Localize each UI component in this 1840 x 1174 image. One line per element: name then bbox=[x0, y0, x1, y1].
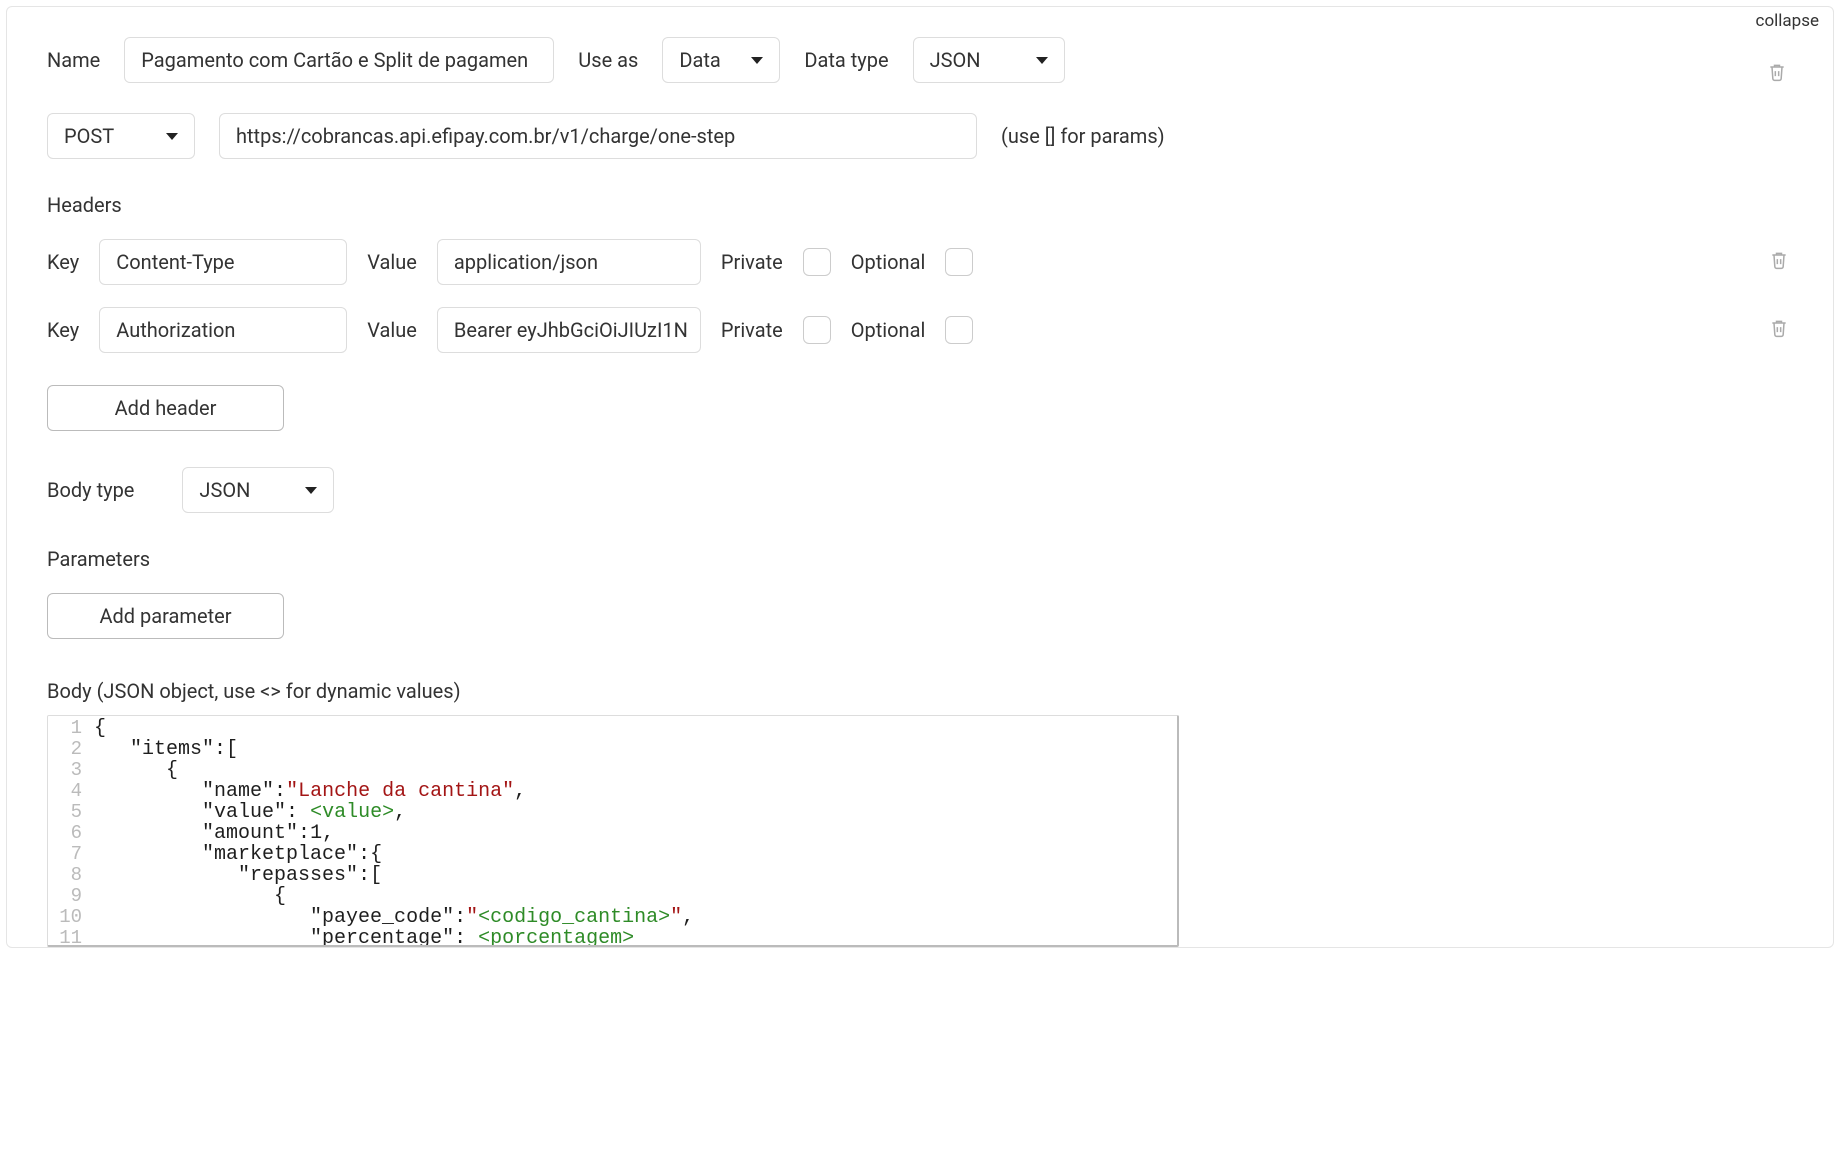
name-input[interactable]: Pagamento com Cartão e Split de pagamen bbox=[124, 37, 554, 83]
bodytype-select[interactable]: JSON bbox=[182, 467, 334, 513]
datatype-select[interactable]: JSON bbox=[913, 37, 1065, 83]
header-optional-label: Optional bbox=[851, 250, 926, 274]
header-value-input-1[interactable]: Bearer eyJhbGciOiJIUzI1N bbox=[437, 307, 701, 353]
api-connector-panel: collapse Name Pagamento com Cartão e Spl… bbox=[6, 6, 1834, 948]
header-value-label: Value bbox=[367, 250, 417, 274]
useas-label: Use as bbox=[578, 48, 638, 72]
url-hint: (use [] for params) bbox=[1001, 124, 1165, 148]
bodytype-label: Body type bbox=[47, 478, 134, 502]
collapse-link[interactable]: collapse bbox=[1756, 11, 1819, 31]
header-value-label: Value bbox=[367, 318, 417, 342]
body-label: Body (JSON object, use <> for dynamic va… bbox=[47, 679, 1793, 703]
delete-header-icon[interactable] bbox=[1769, 249, 1793, 276]
header-private-label: Private bbox=[721, 250, 783, 274]
header-private-checkbox-1[interactable] bbox=[803, 316, 831, 344]
datatype-label: Data type bbox=[804, 48, 888, 72]
header-key-label: Key bbox=[47, 250, 79, 274]
add-header-button[interactable]: Add header bbox=[47, 385, 284, 431]
code-content[interactable]: { "items":[ { "name":"Lanche da cantina"… bbox=[90, 716, 698, 945]
datatype-value: JSON bbox=[930, 48, 981, 72]
delete-header-icon[interactable] bbox=[1769, 317, 1793, 344]
url-input[interactable]: https://cobrancas.api.efipay.com.br/v1/c… bbox=[219, 113, 977, 159]
body-json-editor[interactable]: 1234567891011 { "items":[ { "name":"Lanc… bbox=[47, 715, 1179, 947]
name-label: Name bbox=[47, 48, 100, 72]
header-value-input-0[interactable]: application/json bbox=[437, 239, 701, 285]
header-optional-label: Optional bbox=[851, 318, 926, 342]
header-private-label: Private bbox=[721, 318, 783, 342]
code-gutter: 1234567891011 bbox=[48, 716, 90, 945]
add-parameter-button[interactable]: Add parameter bbox=[47, 593, 284, 639]
chevron-down-icon bbox=[751, 57, 763, 64]
header-key-input-1[interactable]: Authorization bbox=[99, 307, 347, 353]
chevron-down-icon bbox=[305, 487, 317, 494]
header-optional-checkbox-1[interactable] bbox=[945, 316, 973, 344]
header-key-input-0[interactable]: Content-Type bbox=[99, 239, 347, 285]
method-select[interactable]: POST bbox=[47, 113, 195, 159]
bodytype-value: JSON bbox=[199, 478, 250, 502]
header-key-label: Key bbox=[47, 318, 79, 342]
chevron-down-icon bbox=[1036, 57, 1048, 64]
header-optional-checkbox-0[interactable] bbox=[945, 248, 973, 276]
useas-select[interactable]: Data bbox=[662, 37, 780, 83]
chevron-down-icon bbox=[166, 133, 178, 140]
method-value: POST bbox=[64, 124, 114, 148]
header-private-checkbox-0[interactable] bbox=[803, 248, 831, 276]
headers-title: Headers bbox=[47, 193, 1793, 217]
parameters-title: Parameters bbox=[47, 547, 1793, 571]
useas-value: Data bbox=[679, 48, 720, 72]
